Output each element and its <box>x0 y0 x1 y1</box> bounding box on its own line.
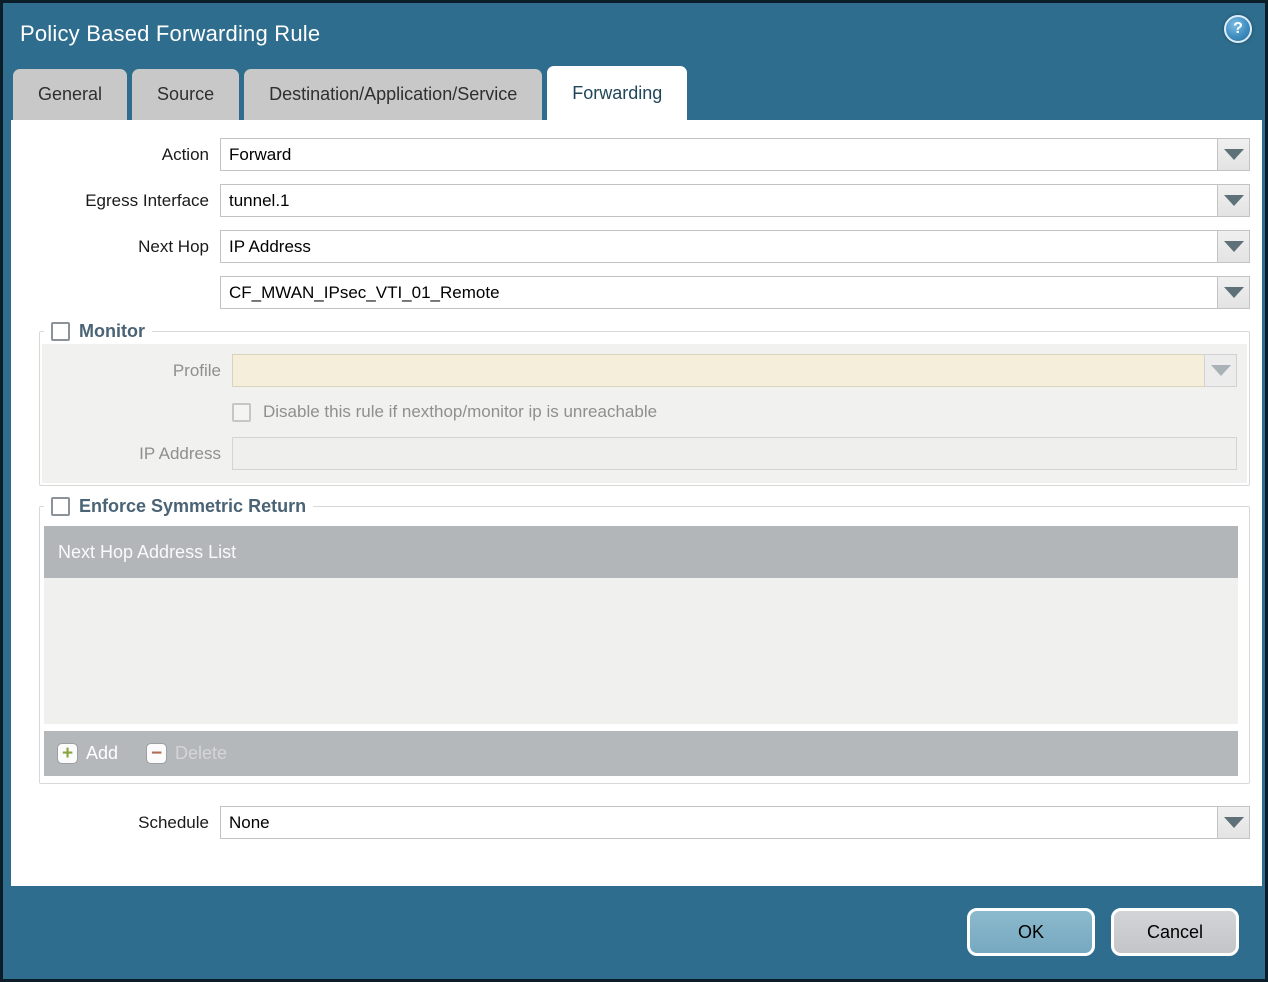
profile-combobox <box>232 354 1237 387</box>
disable-rule-checkbox <box>232 402 251 422</box>
policy-based-forwarding-dialog: Policy Based Forwarding Rule ? General S… <box>0 0 1268 982</box>
monitor-checkbox[interactable] <box>51 322 70 341</box>
enforce-symmetric-return-title: Enforce Symmetric Return <box>79 496 307 516</box>
next-hop-address-dropdown-button[interactable] <box>1217 276 1250 309</box>
tab-destination-application-service[interactable]: Destination/Application/Service <box>244 69 543 120</box>
egress-interface-input[interactable] <box>220 184 1218 217</box>
monitor-title: Monitor <box>79 321 145 341</box>
forwarding-tab-panel: Action Egress Interface Next Hop <box>11 120 1262 886</box>
chevron-down-icon <box>1223 195 1244 206</box>
action-label: Action <box>161 144 209 164</box>
next-hop-address-combobox <box>220 276 1250 309</box>
chevron-down-icon <box>1210 365 1231 376</box>
plus-icon: + <box>57 743 78 764</box>
help-icon[interactable]: ? <box>1224 15 1252 43</box>
egress-interface-dropdown-button[interactable] <box>1217 184 1250 217</box>
next-hop-address-input[interactable] <box>220 276 1218 309</box>
schedule-label: Schedule <box>138 812 209 832</box>
chevron-down-icon <box>1223 817 1244 828</box>
chevron-down-icon <box>1223 287 1244 298</box>
enforce-symmetric-return-legend: Enforce Symmetric Return <box>44 496 313 517</box>
next-hop-type-dropdown-button[interactable] <box>1217 230 1250 263</box>
enforce-symmetric-return-group: Enforce Symmetric Return Next Hop Addres… <box>39 496 1250 784</box>
tab-source[interactable]: Source <box>132 69 240 120</box>
monitor-legend: Monitor <box>44 321 152 342</box>
next-hop-label: Next Hop <box>138 236 209 256</box>
disable-rule-row: Disable this rule if nexthop/monitor ip … <box>232 402 1237 422</box>
monitor-ip-address-row: IP Address <box>42 437 1237 470</box>
monitor-group: Monitor Profile Disable this rule if nex… <box>39 321 1250 486</box>
next-hop-type-combobox <box>220 230 1250 263</box>
next-hop-address-row <box>11 276 1250 309</box>
monitor-ip-address-label: IP Address <box>139 443 221 463</box>
next-hop-type-input[interactable] <box>220 230 1218 263</box>
next-hop-address-list-body[interactable] <box>44 578 1238 724</box>
next-hop-address-list-toolbar: + Add − Delete <box>44 731 1238 776</box>
profile-input <box>232 354 1205 387</box>
tab-strip: General Source Destination/Application/S… <box>3 65 1265 120</box>
tab-general[interactable]: General <box>13 69 128 120</box>
dialog-footer: OK Cancel <box>3 884 1265 979</box>
table-spacer <box>44 724 1238 731</box>
add-button-label: Add <box>86 743 119 763</box>
egress-interface-combobox <box>220 184 1250 217</box>
monitor-panel: Profile Disable this rule if nexthop/mon… <box>42 344 1247 483</box>
next-hop-address-list-header: Next Hop Address List <box>44 526 1238 578</box>
add-button[interactable]: + Add <box>57 743 118 764</box>
schedule-input[interactable] <box>220 806 1218 839</box>
next-hop-address-list-table: Next Hop Address List + Add − Delete <box>44 526 1238 776</box>
action-dropdown-button[interactable] <box>1217 138 1250 171</box>
profile-row: Profile <box>42 354 1237 387</box>
action-input[interactable] <box>220 138 1218 171</box>
action-row: Action <box>11 138 1250 171</box>
enforce-symmetric-return-checkbox[interactable] <box>51 497 70 516</box>
delete-button-label: Delete <box>175 743 228 763</box>
schedule-dropdown-button[interactable] <box>1217 806 1250 839</box>
monitor-ip-address-input <box>232 437 1237 470</box>
egress-interface-row: Egress Interface <box>11 184 1250 217</box>
cancel-button[interactable]: Cancel <box>1111 908 1239 956</box>
disable-rule-label: Disable this rule if nexthop/monitor ip … <box>263 402 658 421</box>
chevron-down-icon <box>1223 149 1244 160</box>
profile-label: Profile <box>172 360 221 380</box>
egress-interface-label: Egress Interface <box>85 190 209 210</box>
delete-button: − Delete <box>146 743 227 764</box>
minus-icon: − <box>146 743 168 764</box>
action-combobox <box>220 138 1250 171</box>
profile-dropdown-button <box>1204 354 1237 387</box>
schedule-row: Schedule <box>11 806 1250 839</box>
dialog-titlebar: Policy Based Forwarding Rule ? <box>3 3 1265 65</box>
chevron-down-icon <box>1223 241 1244 252</box>
next-hop-row: Next Hop <box>11 230 1250 263</box>
tab-forwarding[interactable]: Forwarding <box>547 66 688 120</box>
schedule-combobox <box>220 806 1250 839</box>
help-glyph: ? <box>1233 20 1243 37</box>
ok-button[interactable]: OK <box>967 908 1095 956</box>
dialog-title: Policy Based Forwarding Rule <box>20 21 321 46</box>
